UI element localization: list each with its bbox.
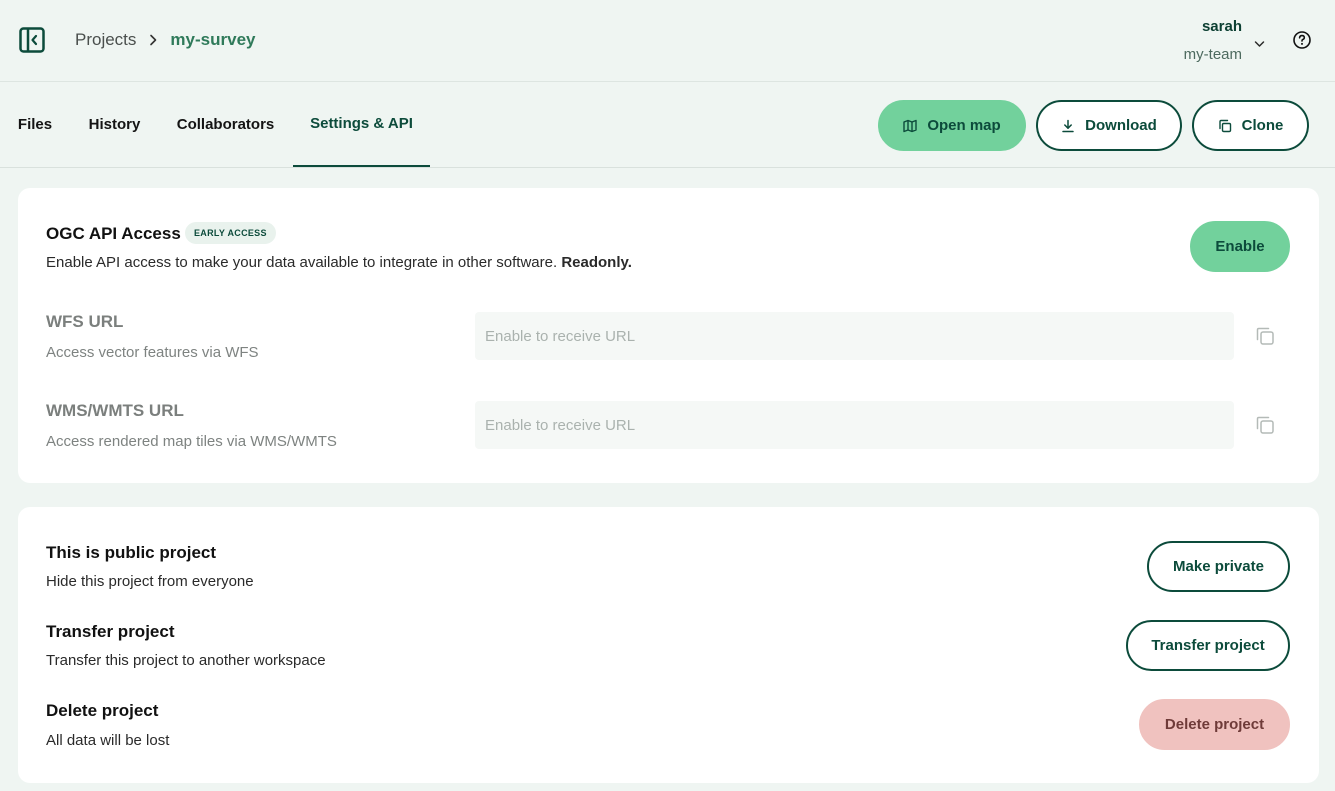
tab-history[interactable]: History xyxy=(89,82,141,167)
clone-label: Clone xyxy=(1241,117,1284,134)
transfer-project-description: Transfer this project to another workspa… xyxy=(46,652,326,669)
help-button[interactable] xyxy=(1292,30,1312,50)
clone-button[interactable]: Clone xyxy=(1192,100,1309,151)
copy-icon xyxy=(1256,327,1274,345)
sidebar-toggle-icon xyxy=(19,27,45,53)
breadcrumb: Projects my-survey xyxy=(75,29,255,51)
wms-url-description: Access rendered map tiles via WMS/WMTS xyxy=(46,433,337,450)
early-access-badge: EARLY ACCESS xyxy=(185,222,276,244)
download-label: Download xyxy=(1085,117,1157,134)
ogc-api-card: OGC API Access EARLY ACCESS Enable API a… xyxy=(18,188,1319,483)
chevron-down-icon xyxy=(1254,35,1265,53)
copy-wfs-url-button[interactable] xyxy=(1255,326,1275,346)
make-private-button[interactable]: Make private xyxy=(1147,541,1290,592)
wfs-url-input[interactable] xyxy=(475,312,1234,360)
user-team: my-team xyxy=(1183,46,1242,63)
tab-files[interactable]: Files xyxy=(18,82,52,167)
download-icon xyxy=(1062,119,1074,132)
public-project-title: This is public project xyxy=(46,543,217,562)
user-name: sarah xyxy=(1201,18,1242,35)
transfer-project-title: Transfer project xyxy=(46,622,175,641)
tab-collaborators[interactable]: Collaborators xyxy=(177,82,275,167)
public-project-description: Hide this project from everyone xyxy=(46,573,254,590)
ogc-api-readonly-note: Readonly. xyxy=(561,254,632,271)
map-icon xyxy=(903,119,918,132)
sidebar-toggle-button[interactable] xyxy=(19,27,45,53)
enable-api-button[interactable]: Enable xyxy=(1190,221,1290,272)
wms-url-title: WMS/WMTS URL xyxy=(46,401,184,420)
download-button[interactable]: Download xyxy=(1036,100,1182,151)
wfs-url-title: WFS URL xyxy=(46,312,124,331)
breadcrumb-current-project: my-survey xyxy=(170,30,256,49)
wfs-url-description: Access vector features via WFS xyxy=(46,344,259,361)
user-menu[interactable]: sarah my-team xyxy=(1172,17,1267,65)
copy-icon xyxy=(1256,416,1274,434)
help-icon xyxy=(1293,31,1311,49)
project-settings-card: This is public project Hide this project… xyxy=(18,507,1319,783)
open-map-label: Open map xyxy=(927,117,1001,134)
breadcrumb-projects-link[interactable]: Projects xyxy=(75,30,136,50)
open-map-button[interactable]: Open map xyxy=(878,100,1026,151)
chevron-right-icon xyxy=(149,34,157,46)
copy-icon xyxy=(1218,119,1231,132)
ogc-api-description: Enable API access to make your data avai… xyxy=(46,254,632,271)
copy-wms-url-button[interactable] xyxy=(1255,415,1275,435)
wms-url-input[interactable] xyxy=(475,401,1234,449)
ogc-api-title: OGC API Access xyxy=(46,224,181,243)
delete-project-button[interactable]: Delete project xyxy=(1139,699,1290,750)
transfer-project-button[interactable]: Transfer project xyxy=(1126,620,1290,671)
top-bar: Projects my-survey sarah my-team xyxy=(0,0,1335,82)
delete-project-description: All data will be lost xyxy=(46,732,170,749)
delete-project-title: Delete project xyxy=(46,701,159,720)
tab-settings-api[interactable]: Settings & API xyxy=(293,82,430,167)
ogc-api-description-text: Enable API access to make your data avai… xyxy=(46,254,558,271)
